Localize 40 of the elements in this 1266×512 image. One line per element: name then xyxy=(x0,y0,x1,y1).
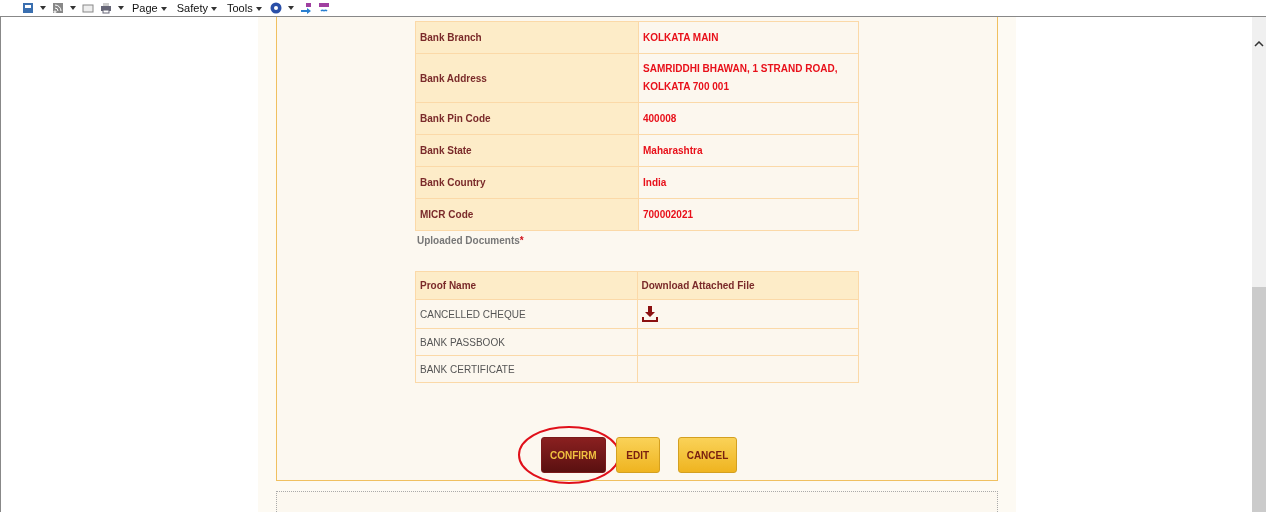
field-label: Bank Branch xyxy=(415,21,639,54)
section-title: Uploaded Documents* xyxy=(417,235,524,246)
caret-icon[interactable] xyxy=(40,6,46,10)
field-label: Bank Country xyxy=(415,166,639,199)
column-header: Download Attached File xyxy=(637,271,859,300)
caret-icon[interactable] xyxy=(287,6,294,10)
scrollbar-thumb[interactable] xyxy=(1252,287,1266,512)
field-value: India xyxy=(638,166,859,199)
action-button[interactable]: CANCEL xyxy=(677,437,738,473)
arrow-icon[interactable] xyxy=(299,2,312,14)
table-cell: CANCELLED CHEQUE xyxy=(415,299,637,329)
field-label: Bank Address xyxy=(415,53,639,103)
scrollbar[interactable] xyxy=(1252,17,1266,512)
action-button[interactable]: CONFIRM xyxy=(541,437,606,473)
toolbar-menu[interactable]: Tools xyxy=(225,2,264,14)
field-label: Bank State xyxy=(415,134,639,167)
caret-icon[interactable] xyxy=(118,6,124,10)
action-button[interactable]: EDIT xyxy=(615,437,660,473)
caret-icon xyxy=(211,7,217,12)
field-value: SAMRIDDHI BHAWAN, 1 STRAND ROAD, KOLKATA 700 001 xyxy=(638,53,859,103)
download-icon[interactable] xyxy=(641,306,658,322)
field-label: Bank Pin Code xyxy=(415,102,639,135)
field-value: KOLKATA MAIN xyxy=(638,21,859,54)
caret-icon xyxy=(160,7,167,12)
printer-icon[interactable] xyxy=(100,2,112,14)
table-cell: BANK PASSBOOK xyxy=(415,328,637,356)
toolbar-menu[interactable]: Safety xyxy=(174,2,219,14)
field-value: 400008 xyxy=(638,102,859,135)
document-icon[interactable] xyxy=(22,2,34,14)
caret-icon xyxy=(255,7,262,12)
table-cell: BANK CERTIFICATE xyxy=(415,355,637,383)
help-icon[interactable] xyxy=(269,2,282,14)
feed-icon[interactable] xyxy=(52,2,64,14)
field-label: MICR Code xyxy=(415,198,639,231)
field-value: 700002021 xyxy=(638,198,859,231)
field-value: Maharashtra xyxy=(638,134,859,167)
scroll-up-icon[interactable] xyxy=(1254,41,1264,47)
column-header: Proof Name xyxy=(415,271,637,300)
caret-icon[interactable] xyxy=(70,6,76,10)
toolbar-menu[interactable]: Page xyxy=(130,2,169,14)
